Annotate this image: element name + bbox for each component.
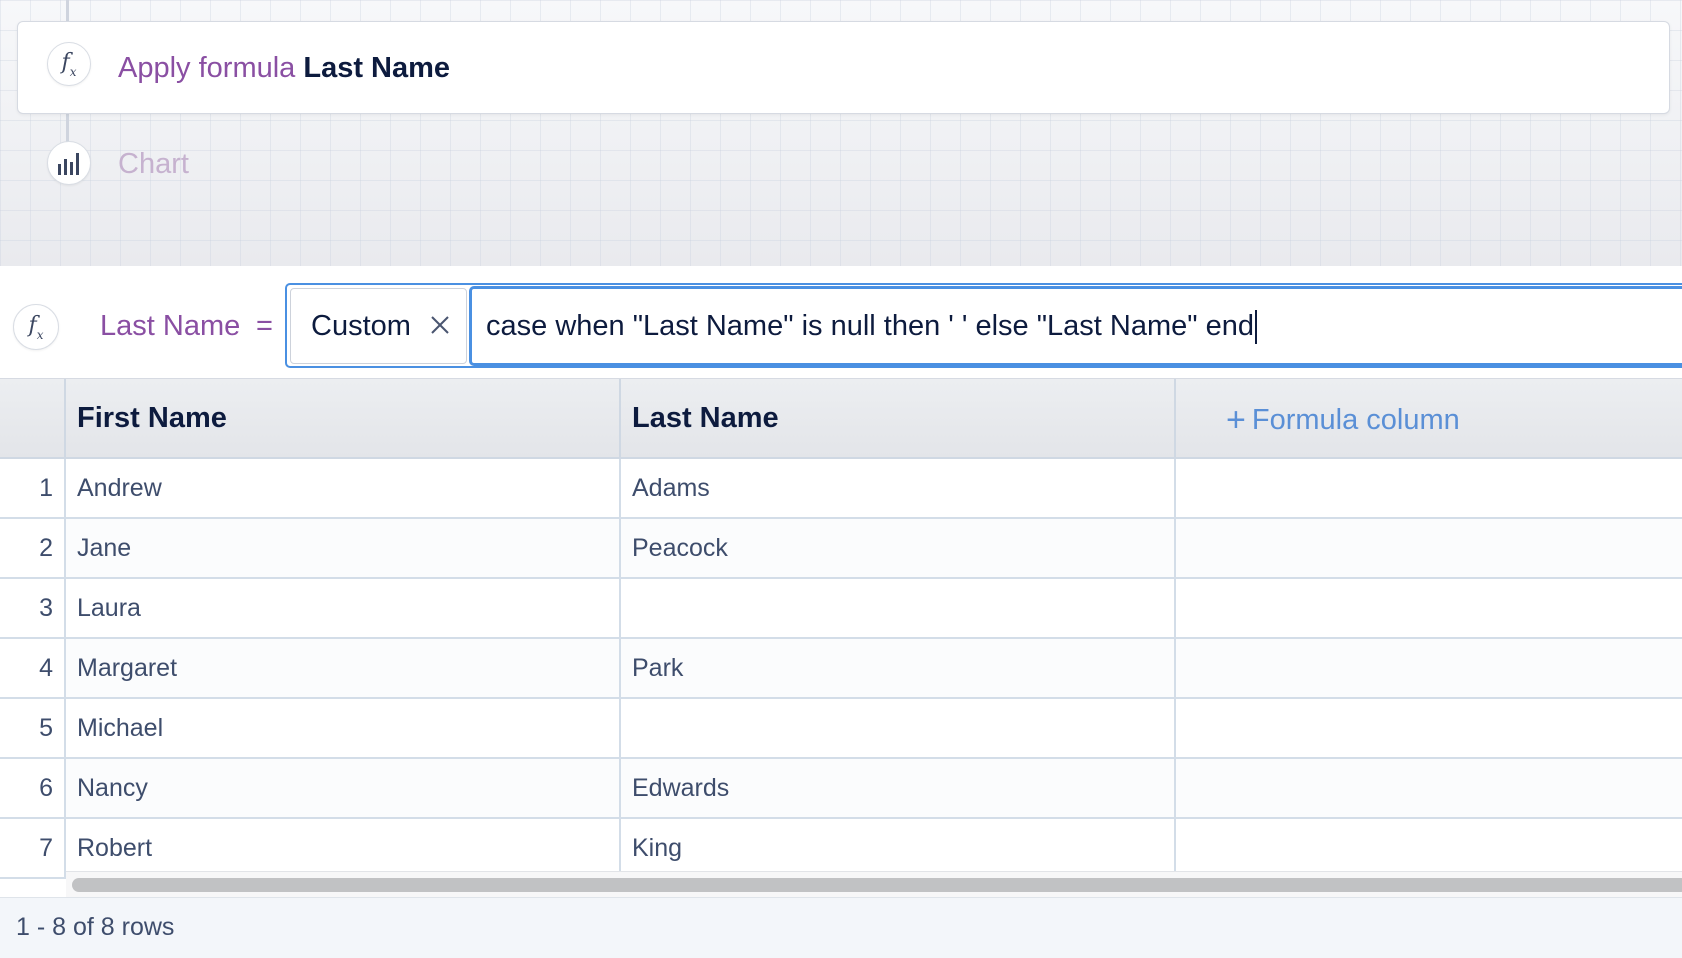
pipeline-connector [66,0,69,22]
add-formula-column-button[interactable]: + Formula column [1175,379,1682,459]
table-header-row: First Name Last Name + Formula column [0,379,1682,459]
formula-type-label: Custom [311,309,411,342]
close-icon[interactable] [426,311,454,339]
cell-last-name[interactable]: King [620,818,1176,879]
cell-last-name[interactable]: Park [620,638,1176,699]
column-header-last-name[interactable]: Last Name [620,379,1176,459]
pipeline-connector [66,114,69,144]
row-index: 4 [0,638,66,699]
row-index: 2 [0,518,66,579]
bar-chart-icon[interactable] [47,141,91,185]
cell-empty [1175,638,1682,699]
cell-last-name[interactable]: Peacock [620,518,1176,579]
row-count-label: 1 - 8 of 8 rows [16,913,175,941]
row-index: 3 [0,578,66,639]
table-row[interactable]: 5 Michael [0,698,1682,759]
table-row[interactable]: 7 Robert King [0,818,1682,879]
cell-empty [1175,698,1682,759]
cell-first-name[interactable]: Michael [65,698,621,759]
row-index: 6 [0,758,66,819]
table-row[interactable]: 3 Laura [0,578,1682,639]
cell-empty [1175,458,1682,519]
add-formula-column-label: Formula column [1251,403,1460,436]
table-row[interactable]: 6 Nancy Edwards [0,758,1682,819]
scrollbar-thumb[interactable] [72,878,1682,892]
equals-sign: = [256,310,273,342]
cell-empty [1175,758,1682,819]
row-index: 1 [0,458,66,519]
cell-first-name[interactable]: Andrew [65,458,621,519]
formula-expression-input[interactable]: case when "Last Name" is null then ' ' e… [469,286,1682,366]
pipeline-step-label: Apply formula Last Name [118,52,450,85]
plus-icon: + [1226,400,1246,439]
formula-icon: fx [13,304,59,350]
table-row[interactable]: 4 Margaret Park [0,638,1682,699]
cell-empty [1175,518,1682,579]
cell-last-name[interactable]: Adams [620,458,1176,519]
step-target-label: Last Name [303,52,451,84]
text-caret [1254,310,1257,345]
cell-last-name[interactable] [620,698,1176,759]
cell-first-name[interactable]: Jane [65,518,621,579]
formula-icon: fx [47,42,91,86]
pipeline-canvas: fx Apply formula Last Name Chart [0,0,1682,266]
row-index: 7 [0,818,66,879]
row-index-header [0,379,66,459]
formula-expression-text: case when "Last Name" is null then ' ' e… [486,310,1254,342]
cell-first-name[interactable]: Laura [65,578,621,639]
horizontal-scrollbar[interactable] [66,871,1682,897]
formula-target-column: Last Name [100,310,241,342]
formula-type-chip[interactable]: Custom [290,288,467,364]
step-action-label: Apply formula [118,52,296,84]
table-row[interactable]: 2 Jane Peacock [0,518,1682,579]
cell-first-name[interactable]: Nancy [65,758,621,819]
pipeline-step-chart[interactable]: Chart [118,148,189,181]
cell-empty [1175,818,1682,879]
column-header-first-name[interactable]: First Name [65,379,621,459]
cell-empty [1175,578,1682,639]
table-footer: 1 - 8 of 8 rows [0,897,1682,958]
cell-first-name[interactable]: Margaret [65,638,621,699]
cell-last-name[interactable] [620,578,1176,639]
data-table: First Name Last Name + Formula column 1 A… [0,379,1682,897]
table-row[interactable]: 1 Andrew Adams [0,458,1682,519]
cell-first-name[interactable]: Robert [65,818,621,879]
row-index: 5 [0,698,66,759]
cell-last-name[interactable]: Edwards [620,758,1176,819]
